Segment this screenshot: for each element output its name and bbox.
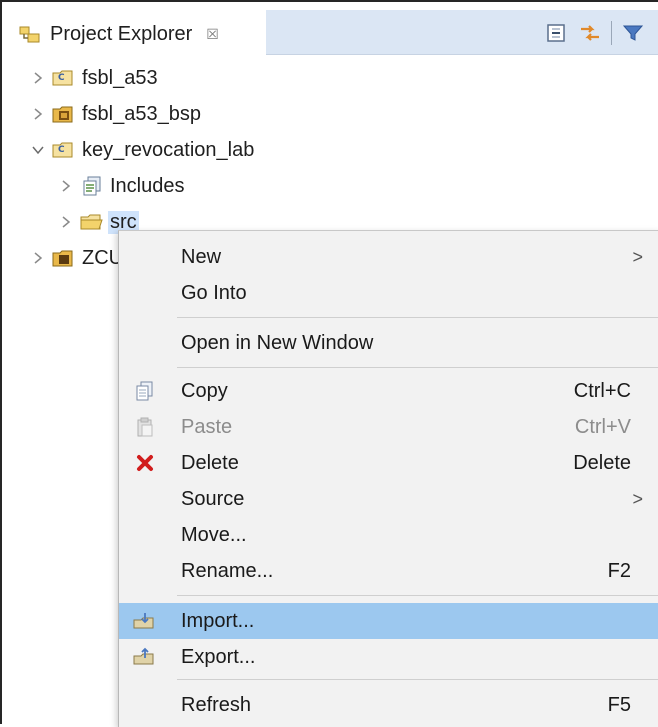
import-icon <box>133 609 157 633</box>
menu-separator <box>177 679 658 680</box>
bsp-project-icon <box>52 103 76 125</box>
chevron-down-icon[interactable] <box>30 142 46 158</box>
menu-item-new[interactable]: New > <box>119 239 658 275</box>
submenu-arrow-icon: > <box>632 488 643 509</box>
menu-item-label: Paste <box>181 415 233 438</box>
menu-item-delete[interactable]: Delete Delete <box>119 445 658 481</box>
menu-separator <box>177 367 658 368</box>
menu-item-label: Source <box>181 487 245 510</box>
tree-item-fsbl-a53[interactable]: C fsbl_a53 <box>30 60 158 96</box>
chevron-right-icon[interactable] <box>30 70 46 86</box>
shortcut-label: Ctrl+V <box>574 415 631 438</box>
tree-item-zcu[interactable]: ZCU <box>30 240 123 276</box>
menu-item-export[interactable]: Export... <box>119 639 658 675</box>
menu-item-source[interactable]: Source > <box>119 481 658 517</box>
menu-item-label: Refresh <box>181 693 252 716</box>
source-folder-icon <box>80 211 104 233</box>
menu-item-move[interactable]: Move... <box>119 517 658 553</box>
menu-item-rename[interactable]: Rename... F2 <box>119 553 658 589</box>
menu-separator <box>177 317 658 318</box>
tree-item-label: fsbl_a53 <box>82 66 158 89</box>
menu-item-go-into[interactable]: Go Into <box>119 275 658 311</box>
menu-item-refresh[interactable]: Refresh F5 <box>119 687 658 723</box>
export-icon <box>133 645 157 669</box>
menu-item-copy[interactable]: Copy Ctrl+C <box>119 373 658 409</box>
paste-icon <box>133 415 157 439</box>
menu-separator <box>177 595 658 596</box>
platform-project-icon <box>52 247 76 269</box>
chevron-right-icon[interactable] <box>58 214 74 230</box>
chevron-right-icon[interactable] <box>30 106 46 122</box>
copy-icon <box>133 379 157 403</box>
project-explorer-icon <box>18 23 42 45</box>
view-header: Project Explorer ☒ <box>4 4 658 62</box>
menu-item-paste: Paste Ctrl+V <box>119 409 658 445</box>
tree-item-label: key_revocation_lab <box>82 138 255 161</box>
shortcut-label: F5 <box>607 693 631 716</box>
delete-icon <box>133 451 157 475</box>
svg-text:C: C <box>58 145 65 155</box>
menu-item-label: New <box>181 245 222 268</box>
context-menu: New > Go Into Open in New Window Copy Ct… <box>118 230 658 727</box>
menu-item-label: Export... <box>181 645 256 668</box>
menu-item-label: Go Into <box>181 281 247 304</box>
shortcut-label: Delete <box>573 451 631 474</box>
chevron-right-icon[interactable] <box>58 178 74 194</box>
tree-item-label: Includes <box>110 174 185 197</box>
menu-item-label: Delete <box>181 451 239 474</box>
tree-item-label: ZCU <box>82 246 124 269</box>
svg-text:C: C <box>58 73 65 83</box>
tree-item-fsbl-a53-bsp[interactable]: fsbl_a53_bsp <box>30 96 201 132</box>
window-frame: Project Explorer ☒ C fsbl_a53 fsbl_a53_b… <box>0 0 658 727</box>
link-with-editor-icon[interactable] <box>577 20 603 46</box>
tab-project-explorer[interactable]: Project Explorer ☒ <box>12 12 266 56</box>
menu-item-label: Import... <box>181 609 255 632</box>
filter-icon[interactable] <box>620 20 646 46</box>
menu-item-label: Copy <box>181 379 228 402</box>
collapse-all-icon[interactable] <box>543 20 569 46</box>
submenu-arrow-icon: > <box>632 246 643 267</box>
tree-item-label: fsbl_a53_bsp <box>82 102 201 125</box>
shortcut-label: F2 <box>607 559 631 582</box>
menu-item-open-in-new-window[interactable]: Open in New Window <box>119 325 658 361</box>
menu-item-label: Open in New Window <box>181 331 374 354</box>
tree-item-key-revocation-lab[interactable]: C key_revocation_lab <box>30 132 254 168</box>
c-project-folder-icon: C <box>52 67 76 89</box>
menu-item-label: Move... <box>181 523 247 546</box>
shortcut-label: Ctrl+C <box>573 379 631 402</box>
menu-item-label: Rename... <box>181 559 274 582</box>
toolbar-separator <box>611 21 612 45</box>
tab-title: Project Explorer <box>50 22 193 45</box>
menu-item-import[interactable]: Import... <box>119 603 658 639</box>
view-toolbar <box>543 20 646 46</box>
tree-item-includes[interactable]: Includes <box>58 168 185 204</box>
includes-icon <box>80 175 104 197</box>
close-icon[interactable]: ☒ <box>206 26 219 43</box>
c-project-folder-icon: C <box>52 139 76 161</box>
chevron-right-icon[interactable] <box>30 250 46 266</box>
